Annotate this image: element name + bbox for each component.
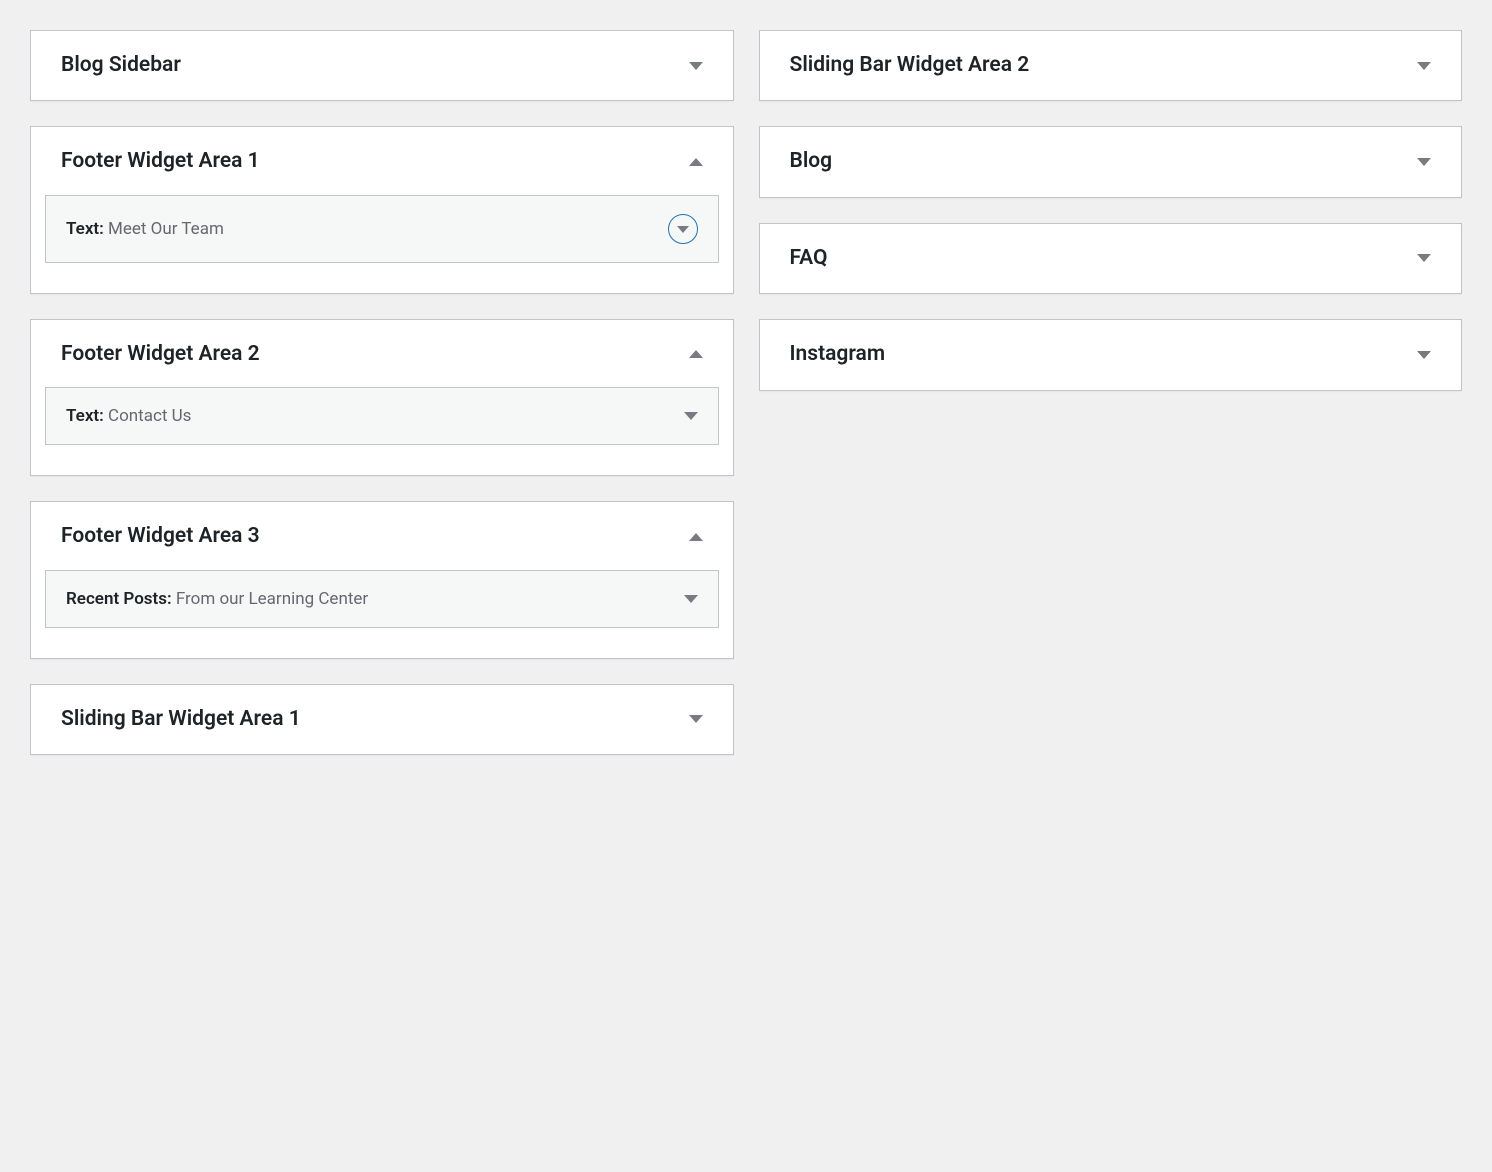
widget-colon: : bbox=[99, 406, 108, 426]
chevron-up-icon bbox=[689, 533, 703, 541]
sidebar-title: FAQ bbox=[790, 244, 828, 273]
widget-expand-toggle[interactable] bbox=[668, 214, 698, 244]
sidebar-header[interactable]: Sliding Bar Widget Area 1 bbox=[31, 685, 733, 754]
widget-item-text-meet-our-team[interactable]: Text: Meet Our Team bbox=[45, 195, 719, 263]
widget-label: Text: Meet Our Team bbox=[66, 219, 224, 239]
sidebar-panel-footer-widget-area-2: Footer Widget Area 2 Text: Contact Us bbox=[30, 319, 734, 476]
widget-item-recent-posts-from-our-learning-center[interactable]: Recent Posts: From our Learning Center bbox=[45, 570, 719, 628]
sidebar-panel-sliding-bar-widget-area-2: Sliding Bar Widget Area 2 bbox=[759, 30, 1463, 101]
sidebar-panel-blog-sidebar: Blog Sidebar bbox=[30, 30, 734, 101]
sidebar-title: Footer Widget Area 3 bbox=[61, 522, 260, 551]
sidebar-panel-blog: Blog bbox=[759, 126, 1463, 197]
widget-name: Contact Us bbox=[108, 406, 191, 426]
sidebar-title: Instagram bbox=[790, 340, 886, 369]
sidebar-title: Blog Sidebar bbox=[61, 51, 181, 80]
sidebar-title: Blog bbox=[790, 147, 833, 176]
widget-colon: : bbox=[99, 219, 108, 239]
widget-column-left: Blog Sidebar Footer Widget Area 1 Text: Me… bbox=[30, 30, 734, 755]
chevron-down-icon[interactable] bbox=[684, 412, 698, 420]
chevron-down-icon bbox=[1417, 351, 1431, 359]
widget-type: Text bbox=[66, 219, 99, 239]
sidebar-header[interactable]: Sliding Bar Widget Area 2 bbox=[760, 31, 1462, 100]
widget-label: Text: Contact Us bbox=[66, 406, 191, 426]
sidebar-header[interactable]: FAQ bbox=[760, 224, 1462, 293]
widget-areas-container: Blog Sidebar Footer Widget Area 1 Text: Me… bbox=[30, 30, 1462, 755]
sidebar-panel-footer-widget-area-1: Footer Widget Area 1 Text: Meet Our Team bbox=[30, 126, 734, 293]
chevron-down-icon bbox=[1417, 254, 1431, 262]
widget-name: From our Learning Center bbox=[176, 589, 368, 609]
chevron-up-icon bbox=[689, 350, 703, 358]
sidebar-panel-sliding-bar-widget-area-1: Sliding Bar Widget Area 1 bbox=[30, 684, 734, 755]
sidebar-header[interactable]: Footer Widget Area 1 bbox=[31, 127, 733, 194]
sidebar-title: Sliding Bar Widget Area 1 bbox=[61, 705, 301, 734]
chevron-down-icon bbox=[677, 226, 689, 233]
widget-type: Recent Posts bbox=[66, 589, 167, 609]
sidebar-panel-faq: FAQ bbox=[759, 223, 1463, 294]
sidebar-body: Text: Meet Our Team bbox=[31, 195, 733, 293]
widget-name: Meet Our Team bbox=[108, 219, 224, 239]
sidebar-title: Footer Widget Area 2 bbox=[61, 340, 260, 369]
chevron-down-icon[interactable] bbox=[684, 595, 698, 603]
widget-item-text-contact-us[interactable]: Text: Contact Us bbox=[45, 387, 719, 445]
sidebar-header[interactable]: Footer Widget Area 3 bbox=[31, 502, 733, 569]
sidebar-panel-instagram: Instagram bbox=[759, 319, 1463, 390]
sidebar-body: Recent Posts: From our Learning Center bbox=[31, 570, 733, 658]
sidebar-header[interactable]: Instagram bbox=[760, 320, 1462, 389]
chevron-down-icon bbox=[1417, 62, 1431, 70]
chevron-up-icon bbox=[689, 158, 703, 166]
widget-type: Text bbox=[66, 406, 99, 426]
chevron-down-icon bbox=[689, 715, 703, 723]
sidebar-header[interactable]: Blog Sidebar bbox=[31, 31, 733, 100]
widget-colon: : bbox=[167, 589, 176, 609]
sidebar-title: Footer Widget Area 1 bbox=[61, 147, 260, 176]
sidebar-title: Sliding Bar Widget Area 2 bbox=[790, 51, 1030, 80]
widget-column-right: Sliding Bar Widget Area 2 Blog FAQ Instagra… bbox=[759, 30, 1463, 755]
chevron-down-icon bbox=[689, 62, 703, 70]
sidebar-panel-footer-widget-area-3: Footer Widget Area 3 Recent Posts: From o… bbox=[30, 501, 734, 658]
sidebar-body: Text: Contact Us bbox=[31, 387, 733, 475]
sidebar-header[interactable]: Footer Widget Area 2 bbox=[31, 320, 733, 387]
widget-label: Recent Posts: From our Learning Center bbox=[66, 589, 368, 609]
chevron-down-icon bbox=[1417, 158, 1431, 166]
sidebar-header[interactable]: Blog bbox=[760, 127, 1462, 196]
